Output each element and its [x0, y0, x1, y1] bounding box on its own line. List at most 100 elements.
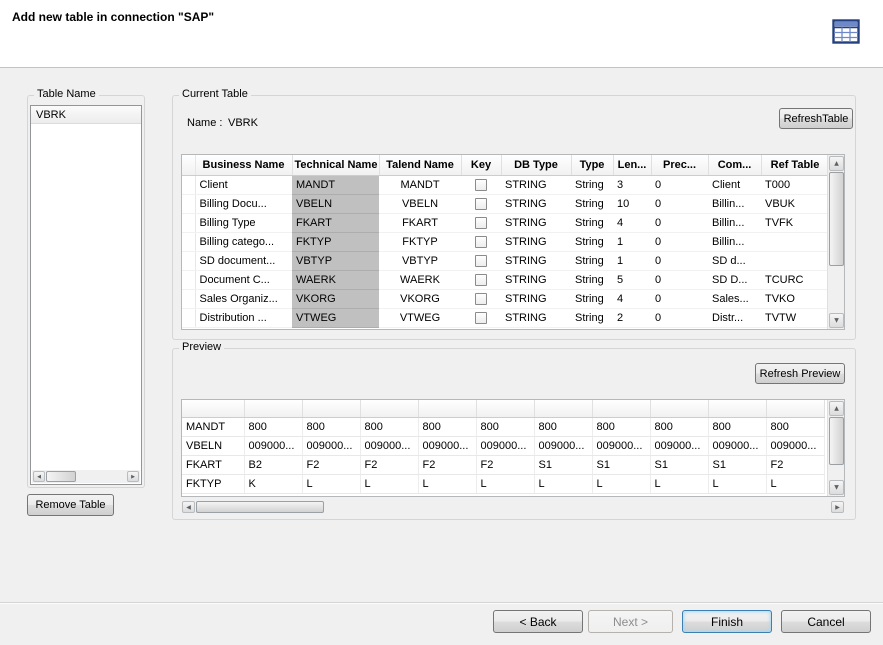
hscroll-thumb[interactable] [196, 501, 324, 513]
vscroll-thumb[interactable] [829, 172, 844, 266]
cell-comment: Billin... [708, 213, 761, 232]
cell-technical-name: VBELN [292, 194, 379, 213]
table-name-list[interactable]: VBRK ◀ ▶ [30, 105, 142, 485]
schema-row[interactable]: ClientMANDTMANDTSTRINGString30ClientT000 [182, 175, 829, 194]
col-ref-table[interactable]: Ref Table [761, 155, 829, 175]
preview-cell: K [244, 474, 302, 493]
preview-cell: 009000... [650, 436, 708, 455]
table-list-item[interactable]: VBRK [31, 106, 141, 124]
scroll-up-icon[interactable]: ▲ [829, 401, 844, 416]
cell-type: String [571, 289, 613, 308]
key-checkbox[interactable] [475, 293, 487, 305]
preview-cell: S1 [650, 455, 708, 474]
preview-cell: 009000... [302, 436, 360, 455]
hscroll-thumb[interactable] [46, 471, 76, 482]
cell-technical-name: VBTYP [292, 251, 379, 270]
scroll-right-icon[interactable]: ▶ [831, 501, 844, 513]
preview-field-name: FKART [182, 455, 244, 474]
preview-row: FKARTB2F2F2F2F2S1S1S1S1F2 [182, 455, 824, 474]
refresh-table-button[interactable]: RefreshTable [779, 108, 853, 129]
preview-field-name: FKTYP [182, 474, 244, 493]
row-selector [182, 289, 195, 308]
scroll-down-icon[interactable]: ▼ [829, 313, 844, 328]
cell-db-type: STRING [501, 270, 571, 289]
schema-row[interactable]: Document C...WAERKWAERKSTRINGString50SD … [182, 270, 829, 289]
schema-row[interactable]: Billing catego...FKTYPFKTYPSTRINGString1… [182, 232, 829, 251]
cell-business-name: Document C... [195, 270, 292, 289]
cell-key [461, 213, 501, 232]
preview-field-name: MANDT [182, 417, 244, 436]
preview-grid: MANDT800800800800800800800800800800VBELN… [181, 399, 845, 497]
schema-grid: Business Name Technical Name Talend Name… [181, 154, 845, 330]
vscroll-thumb[interactable] [829, 417, 844, 465]
key-checkbox[interactable] [475, 274, 487, 286]
preview-grid-hscrollbar[interactable]: ◀ ▶ [181, 500, 845, 514]
preview-cell: 009000... [476, 436, 534, 455]
cell-technical-name: VKORG [292, 289, 379, 308]
cell-business-name: Billing Type [195, 213, 292, 232]
key-checkbox[interactable] [475, 255, 487, 267]
col-db-type[interactable]: DB Type [501, 155, 571, 175]
preview-cell: 800 [476, 417, 534, 436]
cancel-button[interactable]: Cancel [781, 610, 871, 633]
scroll-right-icon[interactable]: ▶ [127, 471, 139, 482]
preview-grid-vscrollbar[interactable]: ▲ ▼ [827, 400, 844, 496]
schema-header-row: Business Name Technical Name Talend Name… [182, 155, 829, 175]
table-icon [831, 18, 861, 46]
schema-row[interactable]: Billing TypeFKARTFKARTSTRINGString40Bill… [182, 213, 829, 232]
row-selector [182, 251, 195, 270]
scroll-left-icon[interactable]: ◀ [182, 501, 195, 513]
preview-cell: F2 [476, 455, 534, 474]
col-type[interactable]: Type [571, 155, 613, 175]
add-table-wizard: Add new table in connection "SAP" Table … [0, 0, 883, 645]
preview-blank-header [182, 400, 244, 417]
back-button[interactable]: < Back [493, 610, 583, 633]
preview-cell: L [418, 474, 476, 493]
schema-row[interactable]: Billing Docu...VBELNVBELNSTRINGString100… [182, 194, 829, 213]
key-checkbox[interactable] [475, 198, 487, 210]
preview-cell: 009000... [360, 436, 418, 455]
col-technical-name[interactable]: Technical Name [292, 155, 379, 175]
schema-grid-vscrollbar[interactable]: ▲ ▼ [827, 155, 844, 329]
cell-type: String [571, 270, 613, 289]
preview-cell: 800 [360, 417, 418, 436]
scroll-down-icon[interactable]: ▼ [829, 480, 844, 495]
key-checkbox[interactable] [475, 312, 487, 324]
preview-header-row [182, 400, 824, 417]
cell-type: String [571, 194, 613, 213]
cell-db-type: STRING [501, 213, 571, 232]
key-checkbox[interactable] [475, 217, 487, 229]
cell-business-name: Client [195, 175, 292, 194]
scroll-up-icon[interactable]: ▲ [829, 156, 844, 171]
cell-business-name: SD document... [195, 251, 292, 270]
cell-length: 4 [613, 289, 651, 308]
preview-cell: F2 [766, 455, 824, 474]
cell-technical-name: VTWEG [292, 308, 379, 327]
key-checkbox[interactable] [475, 236, 487, 248]
col-comment[interactable]: Com... [708, 155, 761, 175]
table-name-label: Name : [187, 117, 222, 129]
cell-precision: 0 [651, 251, 708, 270]
cell-comment: SD d... [708, 251, 761, 270]
refresh-preview-button[interactable]: Refresh Preview [755, 363, 845, 384]
cell-talend-name: VBTYP [379, 251, 461, 270]
table-list-hscrollbar[interactable]: ◀ ▶ [32, 470, 140, 483]
schema-row[interactable]: SD document...VBTYPVBTYPSTRINGString10SD… [182, 251, 829, 270]
cell-comment: Client [708, 175, 761, 194]
remove-table-button[interactable]: Remove Table [27, 494, 114, 516]
schema-row[interactable]: Distribution ...VTWEGVTWEGSTRINGString20… [182, 308, 829, 327]
col-business-name[interactable]: Business Name [195, 155, 292, 175]
key-checkbox[interactable] [475, 179, 487, 191]
scroll-left-icon[interactable]: ◀ [33, 471, 45, 482]
schema-row[interactable]: Sales Organiz...VKORGVKORGSTRINGString40… [182, 289, 829, 308]
cell-technical-name: WAERK [292, 270, 379, 289]
preview-cell: S1 [708, 455, 766, 474]
col-precision[interactable]: Prec... [651, 155, 708, 175]
finish-button[interactable]: Finish [682, 610, 772, 633]
cell-precision: 0 [651, 232, 708, 251]
preview-cell: F2 [302, 455, 360, 474]
col-key[interactable]: Key [461, 155, 501, 175]
col-talend-name[interactable]: Talend Name [379, 155, 461, 175]
preview-cell: 800 [592, 417, 650, 436]
col-length[interactable]: Len... [613, 155, 651, 175]
